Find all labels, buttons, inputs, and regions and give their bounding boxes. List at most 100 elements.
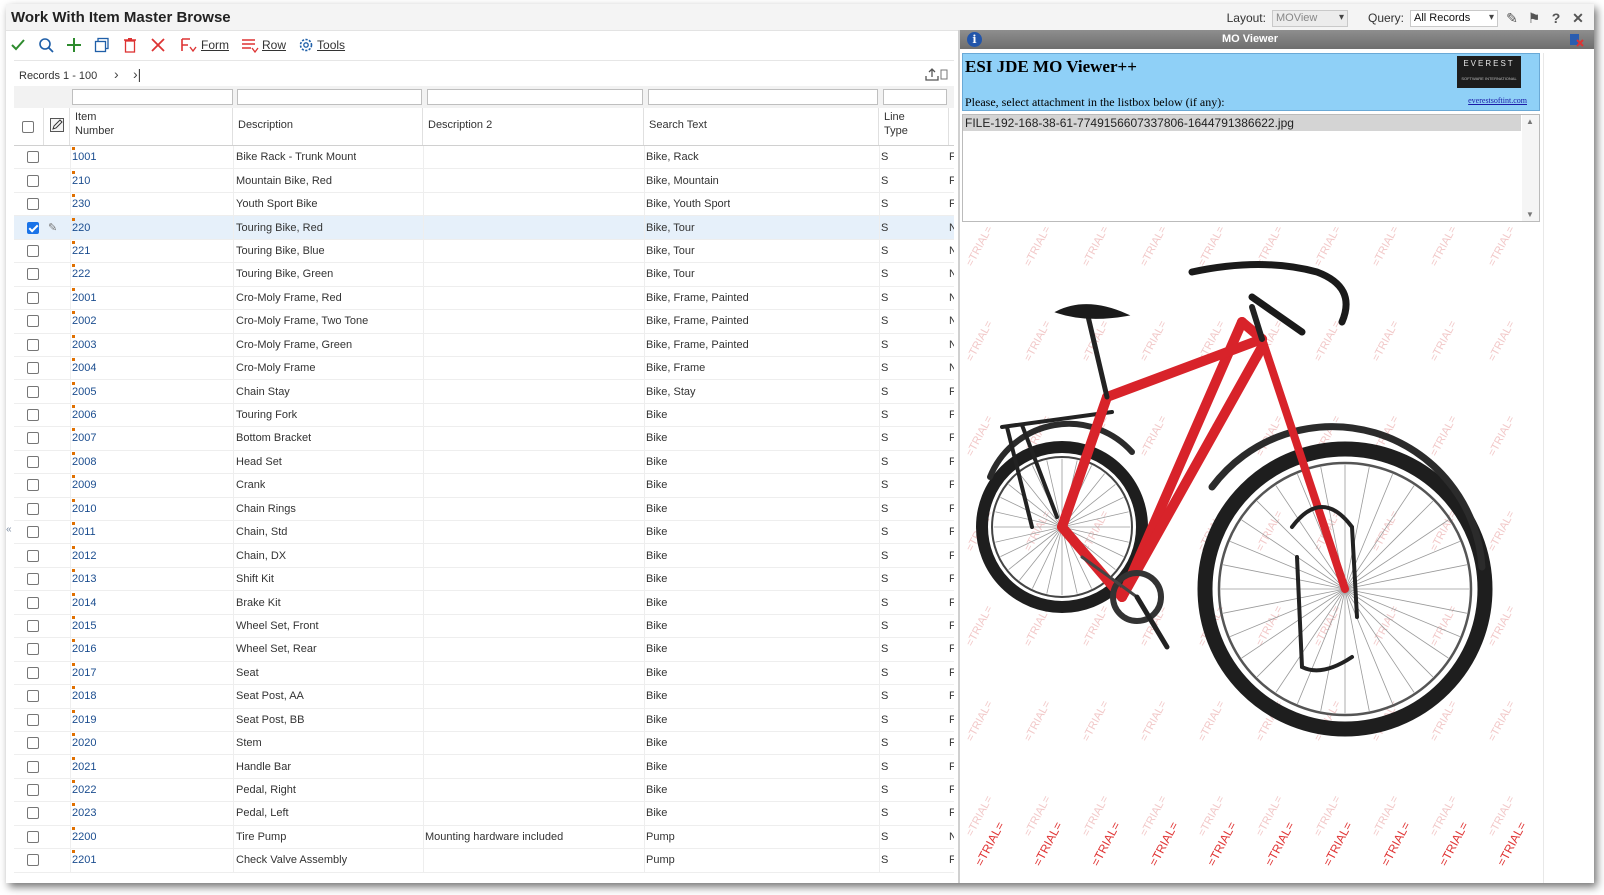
table-row[interactable]: 210 Mountain Bike, Red Bike, Mountain S F (14, 169, 954, 193)
item-number-link[interactable]: 2201 (72, 850, 96, 866)
table-row[interactable]: 1001 Bike Rack - Trunk Mount Bike, Rack S F (14, 146, 954, 170)
row-checkbox[interactable] (27, 315, 39, 328)
table-row[interactable]: 2023 Pedal, Left Bike S F (14, 802, 954, 826)
row-checkbox[interactable] (27, 830, 39, 843)
cell-item[interactable]: 2011 (72, 521, 96, 543)
cell-item[interactable]: 2007 (72, 427, 96, 449)
table-row[interactable]: 2002 Cro-Moly Frame, Two Tone Bike, Frame,… (14, 310, 954, 334)
row-checkbox[interactable] (27, 244, 39, 257)
table-row[interactable]: 2012 Chain, DX Bike S F (14, 544, 954, 568)
close-button[interactable] (150, 37, 166, 53)
item-number-link[interactable]: 2015 (72, 615, 96, 632)
item-number-link[interactable]: 2010 (72, 498, 96, 515)
table-row[interactable]: 2004 Cro-Moly Frame Bike, Frame S N (14, 356, 954, 381)
cell-item[interactable]: 2004 (72, 357, 96, 379)
cell-item[interactable]: 2021 (72, 755, 96, 777)
cell-item[interactable]: 2020 (72, 732, 96, 754)
header-description[interactable]: Description (233, 108, 423, 145)
item-number-link[interactable]: 2003 (72, 334, 96, 351)
cell-item[interactable]: 2019 (72, 709, 96, 731)
row-checkbox[interactable] (27, 619, 39, 632)
filter-line-type[interactable] (883, 89, 947, 105)
filter-search-text[interactable] (648, 89, 878, 105)
attachment-item[interactable]: FILE-192-168-38-61-7749156607337806-1644… (963, 115, 1521, 131)
row-checkbox[interactable] (27, 362, 39, 375)
row-checkbox[interactable] (27, 268, 39, 281)
table-row[interactable]: 2022 Pedal, Right Bike S F (14, 778, 954, 803)
delete-button[interactable] (122, 37, 138, 53)
table-row[interactable]: 230 Youth Sport Bike Bike, Youth Sport S F (14, 192, 954, 217)
table-row[interactable]: 2001 Cro-Moly Frame, Red Bike, Frame, Pain… (14, 286, 954, 311)
table-row[interactable]: 2019 Seat Post, BB Bike S F (14, 708, 954, 732)
cell-item[interactable]: 2003 (72, 334, 96, 356)
close-viewer-icon[interactable] (1568, 31, 1584, 50)
cell-item[interactable]: 2016 (72, 638, 96, 660)
item-number-link[interactable]: 2012 (72, 545, 96, 562)
cell-item[interactable]: 2200 (72, 826, 96, 848)
cell-item[interactable]: 2001 (72, 287, 96, 309)
select-button[interactable] (10, 37, 26, 53)
cell-item[interactable]: 2012 (72, 544, 96, 566)
row-checkbox[interactable] (27, 455, 39, 468)
listbox-scrollbar[interactable]: ▲ ▼ (1522, 115, 1539, 221)
row-checkbox[interactable] (27, 479, 39, 492)
table-row[interactable]: 2008 Head Set Bike S F (14, 450, 954, 475)
cell-item[interactable]: 210 (72, 169, 90, 191)
add-button[interactable] (66, 37, 82, 53)
cell-item[interactable]: 222 (72, 263, 90, 285)
row-checkbox[interactable] (27, 807, 39, 820)
cell-item[interactable]: 2018 (72, 685, 96, 707)
cell-item[interactable]: 2008 (72, 451, 96, 473)
table-row[interactable]: 2005 Chain Stay Bike, Stay S F (14, 380, 954, 404)
item-number-link[interactable]: 2007 (72, 428, 96, 444)
row-checkbox[interactable] (27, 854, 39, 867)
item-number-link[interactable]: 221 (72, 240, 90, 257)
table-row[interactable]: 2018 Seat Post, AA Bike S F (14, 685, 954, 709)
table-row[interactable]: 2017 Seat Bike S F (14, 661, 954, 686)
row-checkbox[interactable] (27, 151, 39, 164)
item-number-link[interactable]: 230 (72, 194, 90, 210)
everest-link[interactable]: everestsoftint.com (1468, 96, 1527, 105)
header-item-number[interactable]: Item Number (70, 108, 233, 145)
table-row[interactable]: 221 Touring Bike, Blue Bike, Tour S N (14, 239, 954, 264)
table-row[interactable]: 2009 Crank Bike S F (14, 474, 954, 498)
item-number-link[interactable]: 2022 (72, 780, 96, 796)
cell-item[interactable]: 1001 (72, 146, 96, 168)
table-row[interactable]: 2201 Check Valve Assembly Pump S F (14, 849, 954, 873)
row-checkbox[interactable] (27, 713, 39, 726)
cell-item[interactable]: 2006 (72, 404, 96, 426)
item-number-link[interactable]: 2014 (72, 592, 96, 609)
edit-query-icon[interactable]: ✎ (1504, 10, 1520, 27)
cell-item[interactable]: 2022 (72, 779, 96, 801)
item-number-link[interactable]: 2020 (72, 733, 96, 749)
row-edit-icon[interactable]: ✎ (48, 216, 57, 238)
table-row[interactable]: 2006 Touring Fork Bike S F (14, 403, 954, 428)
item-number-link[interactable]: 2021 (72, 756, 96, 773)
item-number-link[interactable]: 220 (72, 217, 90, 234)
find-button[interactable] (38, 37, 54, 53)
header-description-2[interactable]: Description 2 (423, 108, 644, 145)
help-icon[interactable]: ? (1548, 10, 1564, 26)
next-page-icon[interactable]: › (114, 66, 119, 82)
item-number-link[interactable]: 2006 (72, 405, 96, 421)
cell-item[interactable]: 221 (72, 240, 90, 262)
query-select[interactable]: All Records ▾ (1410, 9, 1498, 27)
item-number-link[interactable]: 2002 (72, 311, 96, 327)
attachment-listbox[interactable]: FILE-192-168-38-61-7749156607337806-1644… (962, 114, 1540, 222)
cell-item[interactable]: 2023 (72, 802, 96, 824)
cell-item[interactable]: 220 (72, 216, 90, 238)
item-number-link[interactable]: 2023 (72, 803, 96, 819)
cell-item[interactable]: 2017 (72, 662, 96, 684)
table-row[interactable]: 2010 Chain Rings Bike S F (14, 497, 954, 521)
header-line-type[interactable]: Line Type (879, 108, 949, 145)
table-row[interactable]: 2007 Bottom Bracket Bike S F (14, 427, 954, 451)
row-checkbox[interactable] (27, 784, 39, 797)
cell-item[interactable]: 2014 (72, 591, 96, 613)
table-row[interactable]: 2014 Brake Kit Bike S F (14, 591, 954, 615)
item-number-link[interactable]: 2018 (72, 686, 96, 702)
item-number-link[interactable]: 210 (72, 170, 90, 187)
item-number-link[interactable]: 2001 (72, 287, 96, 304)
row-checkbox[interactable] (27, 198, 39, 211)
row-checkbox[interactable] (27, 221, 39, 234)
select-all-checkbox[interactable] (22, 121, 34, 133)
